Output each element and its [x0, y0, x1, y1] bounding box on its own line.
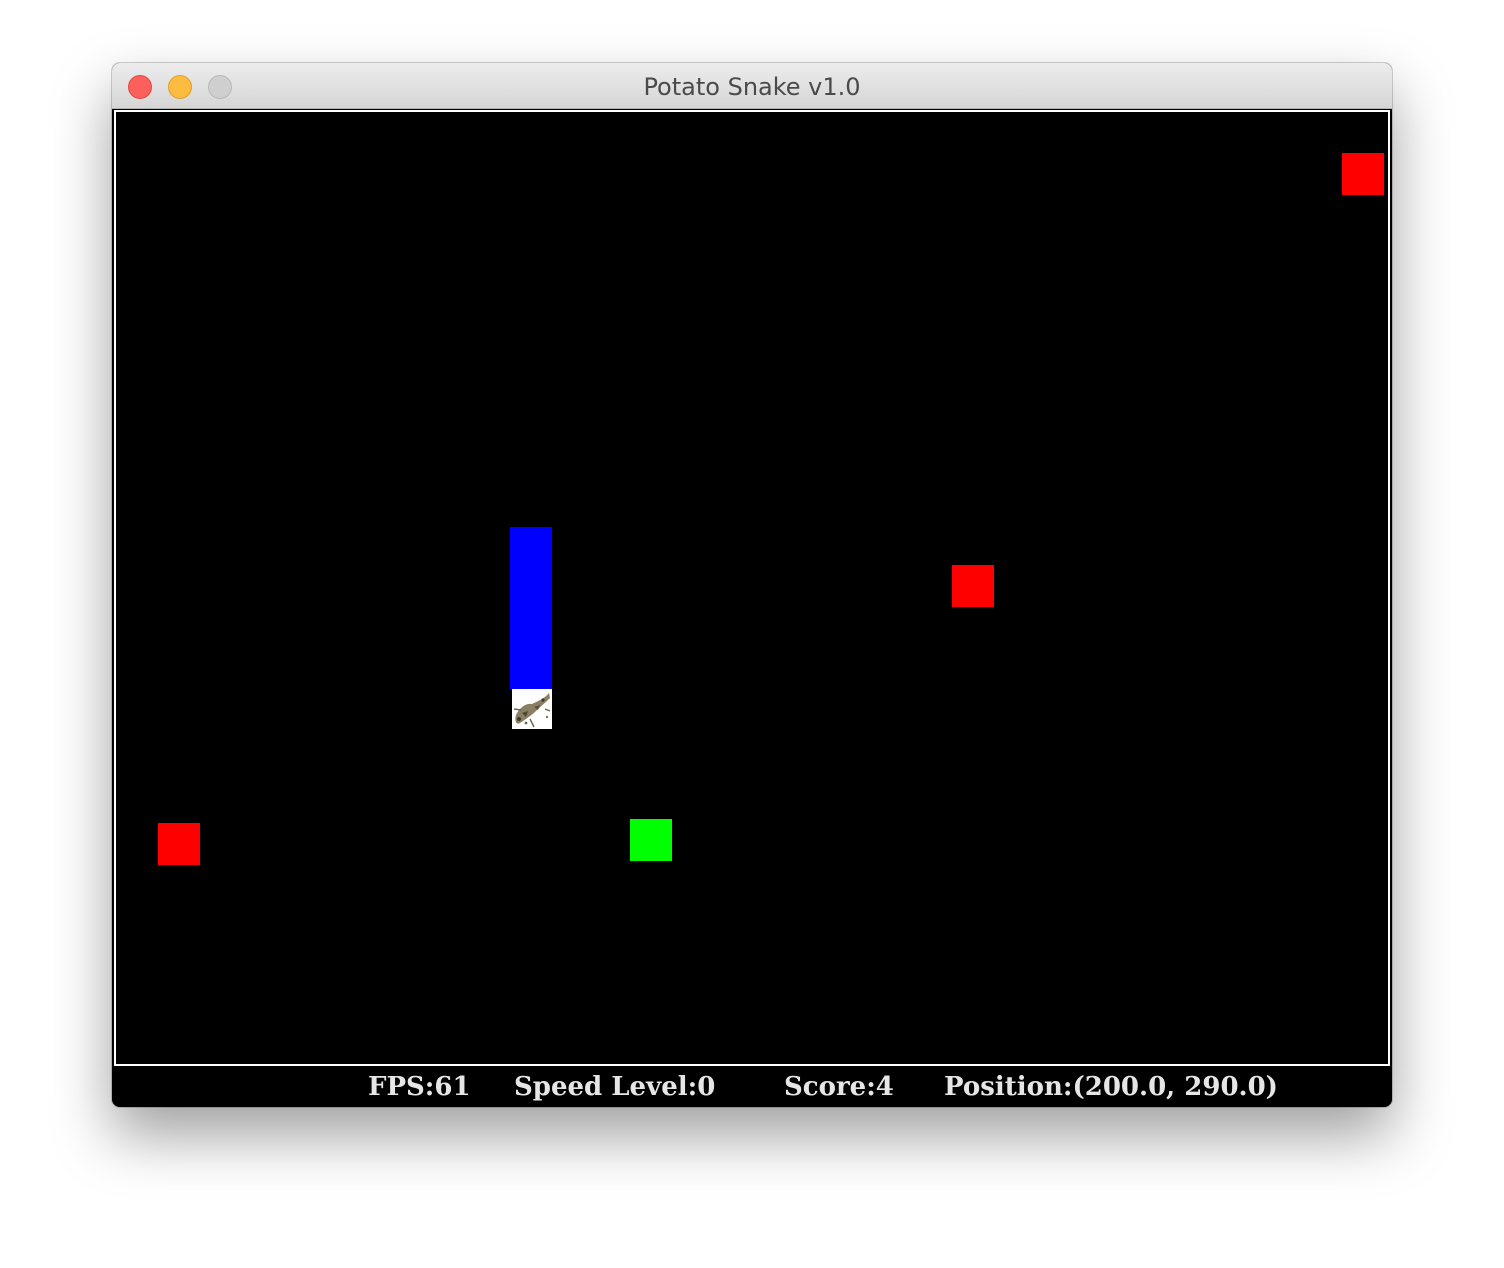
snake-head-potato — [512, 689, 552, 729]
fps-readout: FPS:61 — [368, 1072, 471, 1102]
window-title: Potato Snake v1.0 — [643, 73, 861, 101]
bonus-block — [630, 819, 672, 861]
score-readout: Score:4 — [784, 1072, 894, 1102]
snake-body — [510, 527, 552, 689]
position-readout: Position:(200.0, 290.0) — [944, 1072, 1278, 1102]
game-window: Potato Snake v1.0 FPS:61 Speed Level:0 S… — [112, 63, 1392, 1107]
title-bar[interactable]: Potato Snake v1.0 — [112, 63, 1392, 109]
food-block — [158, 823, 200, 865]
speed-level-readout: Speed Level:0 — [514, 1072, 716, 1102]
game-board[interactable] — [114, 110, 1390, 1066]
status-bar: FPS:61 Speed Level:0 Score:4 Position:(2… — [112, 1068, 1392, 1107]
potato-sprite-icon — [512, 689, 552, 729]
food-block — [1342, 153, 1384, 195]
food-block — [952, 565, 994, 607]
